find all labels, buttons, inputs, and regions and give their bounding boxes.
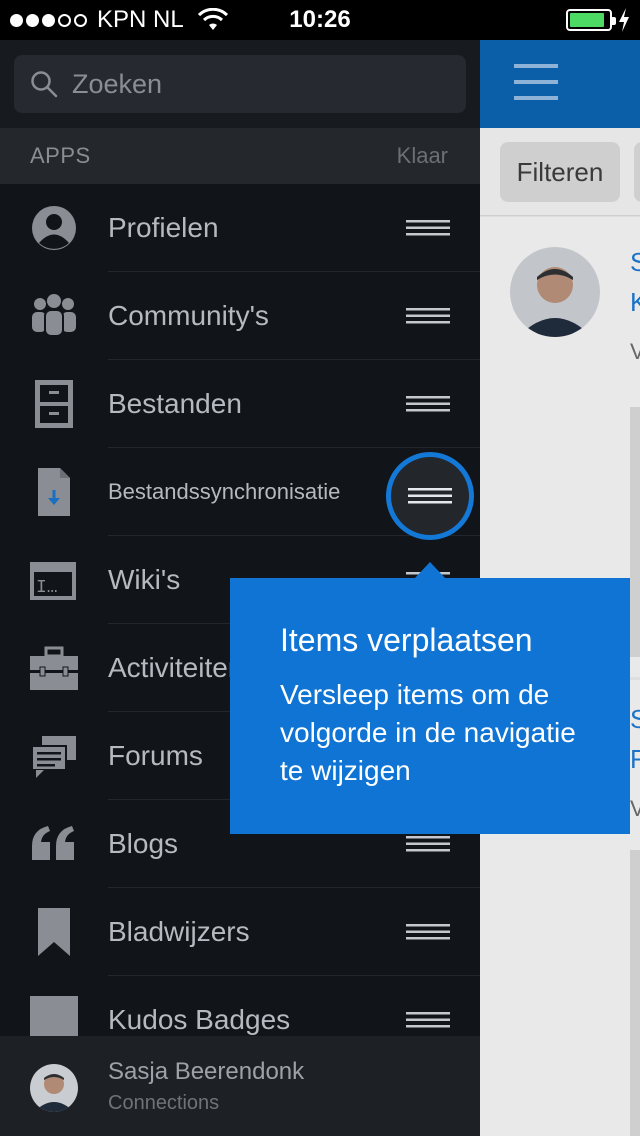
- sidebar-item-communitys[interactable]: Community's: [0, 272, 480, 360]
- card-title-fragment: S: [630, 247, 640, 277]
- drag-handle-icon[interactable]: [406, 1012, 450, 1028]
- apps-section-label: APPS: [30, 143, 91, 168]
- battery-icon: [566, 9, 616, 31]
- charging-icon: [619, 8, 629, 32]
- files-icon: [35, 380, 73, 428]
- search-icon: [31, 71, 58, 98]
- drag-handle-icon[interactable]: [406, 836, 450, 852]
- drag-handle-icon[interactable]: [406, 924, 450, 940]
- coach-mark-tooltip: Items verplaatsen Versleep items om de v…: [230, 578, 630, 834]
- sidebar-item-label: Bestandssynchronisatie: [108, 479, 341, 504]
- forums-icon: [31, 736, 76, 778]
- avatar: [30, 1064, 78, 1112]
- search-bar: Zoeken: [0, 40, 480, 128]
- search-input[interactable]: Zoeken: [14, 55, 466, 113]
- tooltip-arrow: [414, 562, 446, 579]
- battery-level: [570, 13, 605, 27]
- card-subtitle-fragment: K: [630, 287, 640, 317]
- sidebar-item-label: Bestanden: [108, 388, 242, 419]
- card-subtitle-fragment: F: [630, 744, 640, 774]
- filter-button[interactable]: Filteren: [500, 142, 620, 202]
- tooltip-body: Versleep items om de volgorde in de navi…: [280, 679, 576, 786]
- secondary-filter-button[interactable]: [634, 142, 640, 202]
- drag-handle-icon[interactable]: [406, 308, 450, 324]
- card-meta-fragment: V: [630, 339, 640, 364]
- apps-section-header: APPS Klaar: [0, 128, 480, 184]
- done-button[interactable]: Klaar: [397, 143, 448, 169]
- briefcase-icon: [30, 646, 78, 690]
- sidebar-item-label: Bladwijzers: [108, 916, 250, 947]
- app-header: [480, 40, 640, 128]
- sidebar-item-profielen[interactable]: Profielen: [0, 184, 480, 272]
- search-placeholder: Zoeken: [72, 68, 163, 99]
- drag-handle-icon[interactable]: [406, 220, 450, 236]
- status-bar: KPN NL 10:26: [0, 0, 640, 40]
- profile-icon: [32, 206, 76, 250]
- sidebar-item-label: Community's: [108, 300, 269, 331]
- menu-icon[interactable]: [514, 62, 558, 102]
- avatar: [510, 247, 600, 337]
- quote-icon: [32, 826, 74, 860]
- tooltip-title: Items verplaatsen: [280, 622, 533, 658]
- drag-handle-icon[interactable]: [406, 396, 450, 412]
- account-footer[interactable]: Sasja Beerendonk Connections: [0, 1036, 480, 1136]
- svg-text:I…: I…: [36, 578, 58, 598]
- sidebar-item-bestanden[interactable]: Bestanden: [0, 360, 480, 448]
- card-meta-fragment: V: [630, 796, 640, 821]
- sidebar-item-label: Wiki's: [108, 564, 181, 595]
- card-title-fragment: S: [630, 704, 640, 734]
- user-name: Sasja Beerendonk: [108, 1058, 305, 1085]
- sidebar-item-bladwijzers[interactable]: Bladwijzers: [0, 888, 480, 976]
- sidebar-item-label: Blogs: [108, 828, 179, 859]
- file-sync-icon: [38, 468, 70, 516]
- community-icon: [32, 294, 76, 337]
- user-app-label: Connections: [108, 1092, 220, 1114]
- wiki-icon: I…: [30, 562, 76, 600]
- sidebar-item-label: Profielen: [108, 212, 219, 243]
- sidebar-item-label: Activiteiten: [108, 652, 244, 683]
- highlighted-drag-handle[interactable]: [386, 452, 474, 540]
- sidebar-item-label: Forums: [108, 740, 203, 771]
- bookmark-icon: [38, 908, 70, 956]
- clock: 10:26: [289, 6, 351, 33]
- drag-handle-icon: [408, 488, 452, 504]
- filter-bar: Filteren: [480, 128, 640, 216]
